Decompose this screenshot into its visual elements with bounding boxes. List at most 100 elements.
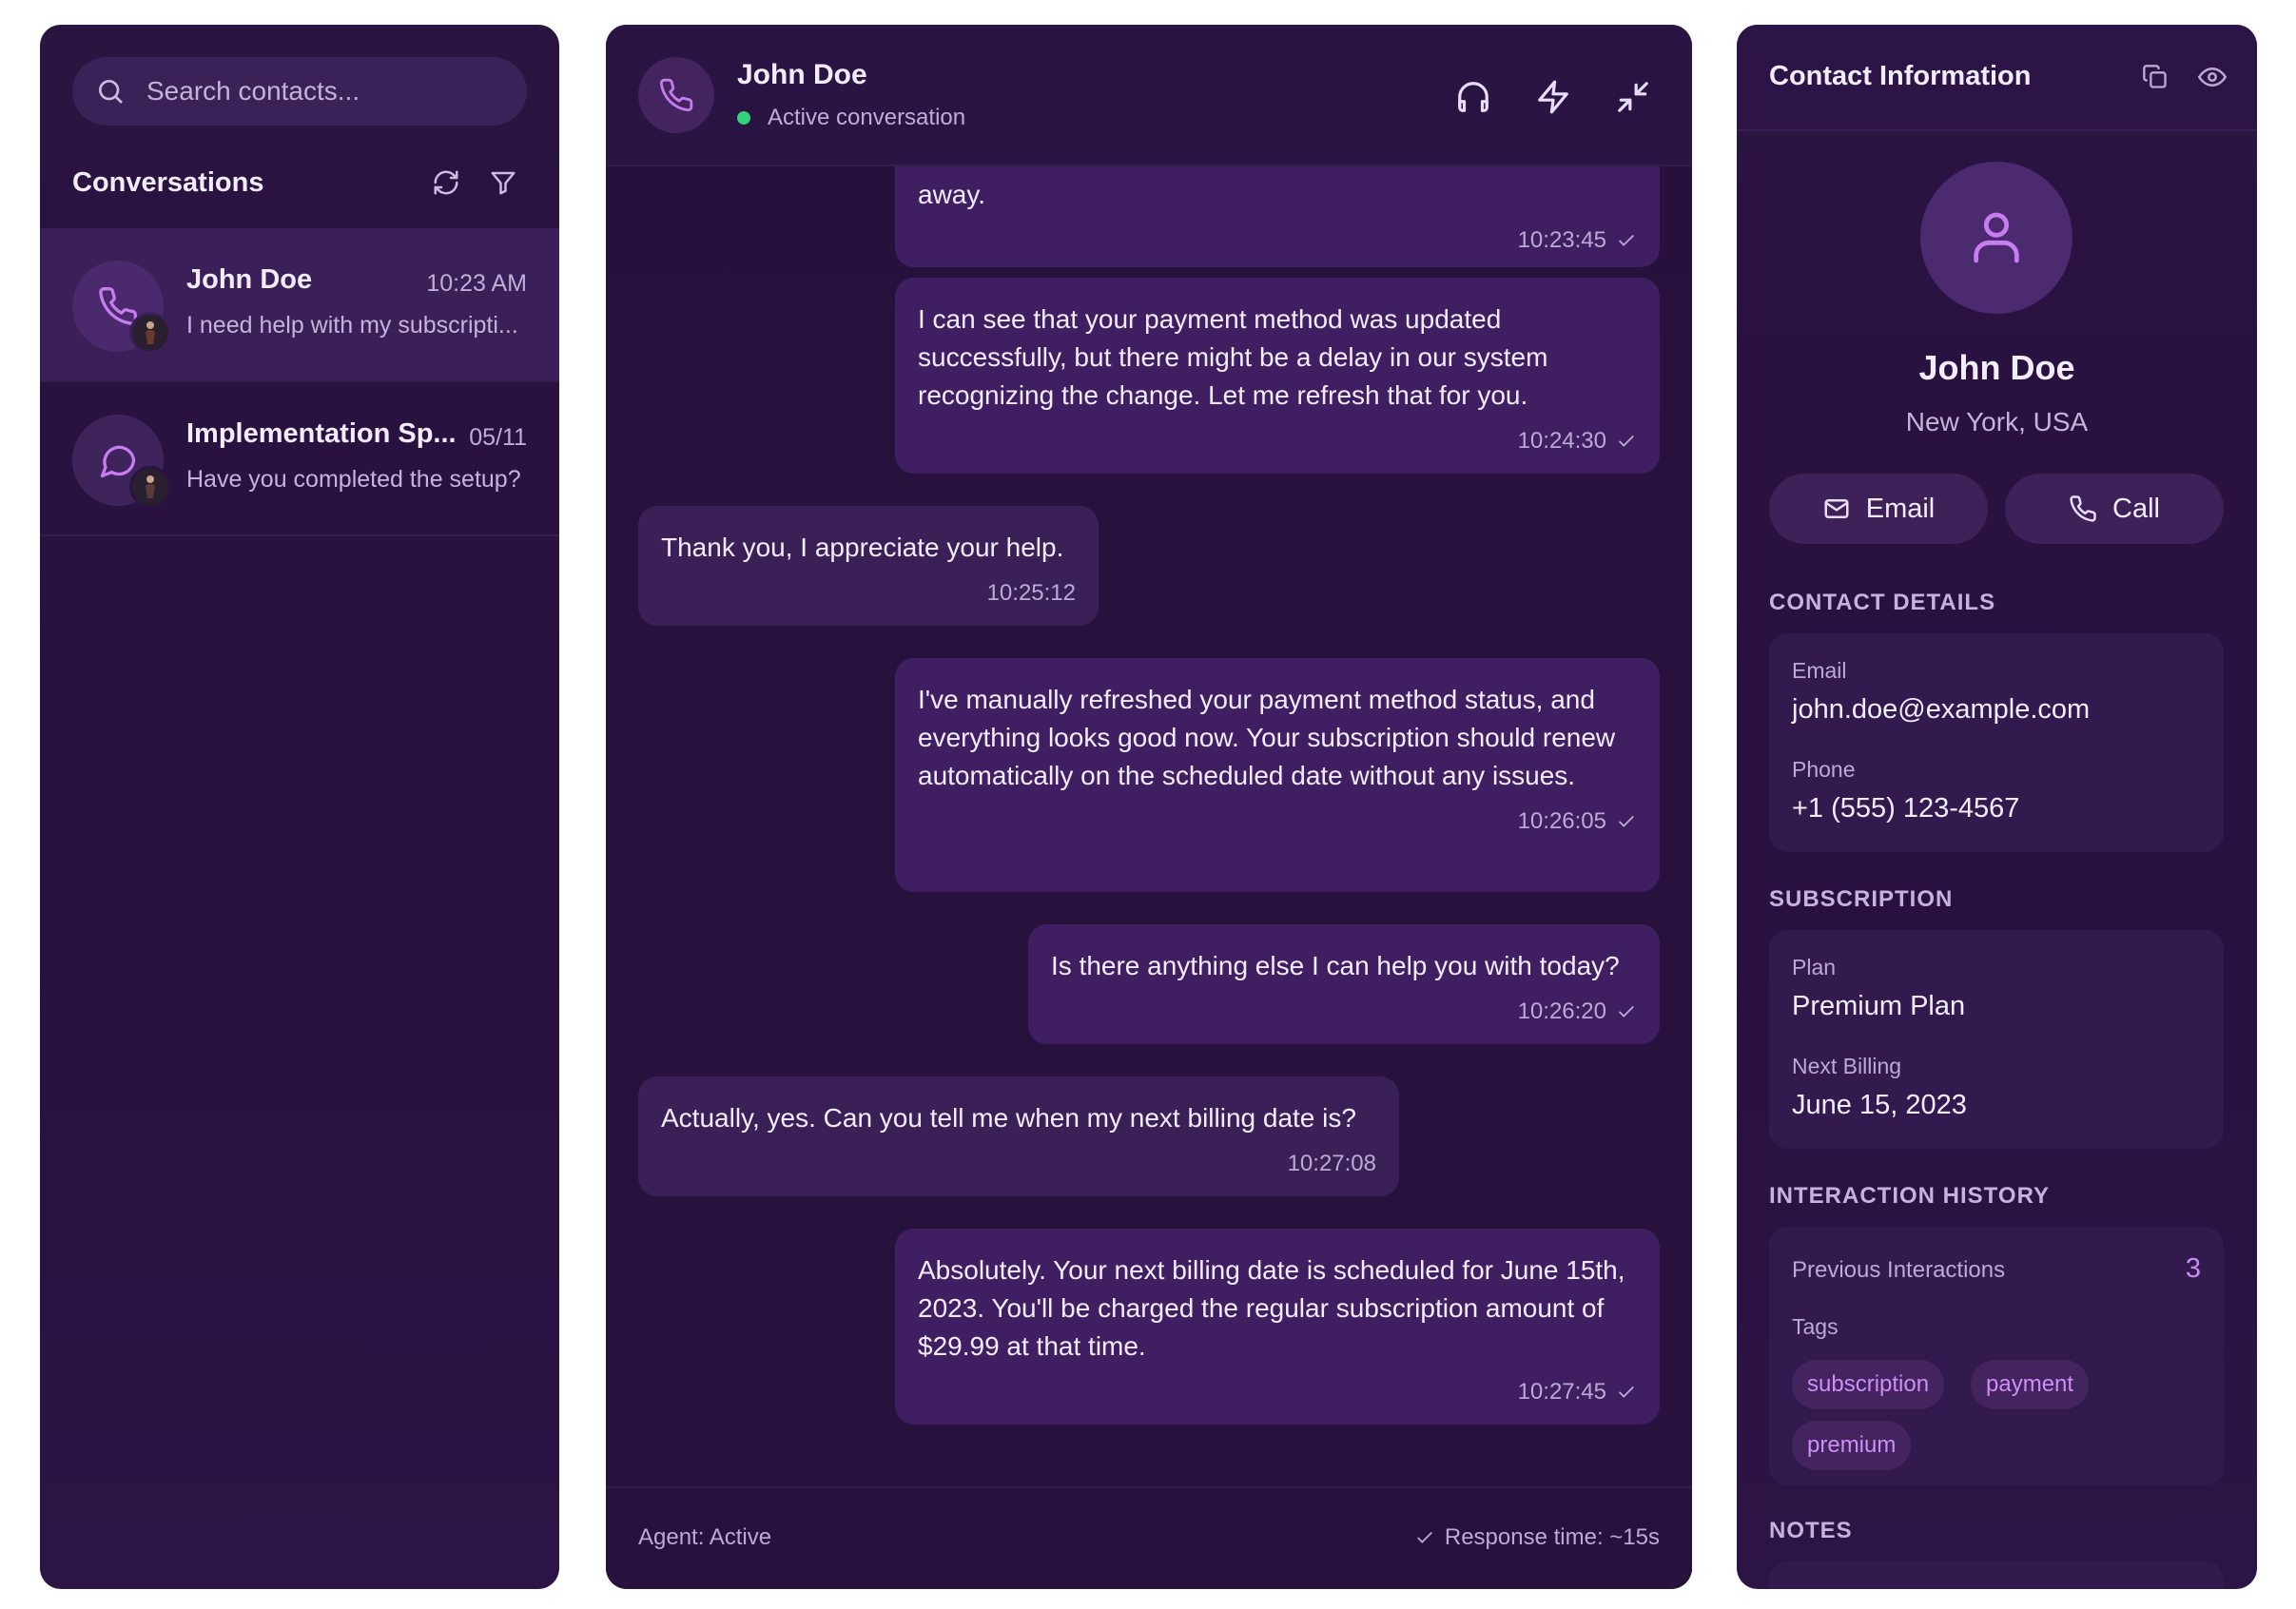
agent-avatar xyxy=(129,466,171,508)
conversation-avatar xyxy=(72,415,171,508)
chat-footer: Agent: Active Response time: ~15s xyxy=(606,1486,1692,1589)
previous-interactions-label: Previous Interactions xyxy=(1792,1257,2006,1283)
message-text: Absolutely. Your next billing date is sc… xyxy=(918,1255,1625,1361)
call-button[interactable]: Call xyxy=(2005,474,2224,544)
search-input[interactable] xyxy=(145,75,510,107)
person-icon xyxy=(146,321,155,344)
chat-status-text: Active conversation xyxy=(768,105,966,130)
conversation-time: 05/11 xyxy=(469,424,527,451)
tag-payment[interactable]: payment xyxy=(1971,1360,2090,1409)
billing-label: Next Billing xyxy=(1792,1054,1902,1078)
interaction-history-card: Previous Interactions 3 Tags subscriptio… xyxy=(1769,1227,2224,1485)
conversation-time: 10:23 AM xyxy=(426,270,527,297)
message-outgoing: Absolutely. Your next billing date is sc… xyxy=(895,1229,1660,1425)
refresh-button[interactable] xyxy=(422,159,470,206)
chat-actions xyxy=(1420,70,1660,124)
chat-panel: John Doe Active conversation away. 10:23… xyxy=(606,25,1692,1589)
email-value[interactable]: john.doe@example.com xyxy=(1792,694,2090,726)
person-icon xyxy=(146,475,155,498)
message-text: Is there anything else I can help you wi… xyxy=(1051,951,1620,980)
check-icon xyxy=(1619,1386,1634,1398)
chat-contact-name: John Doe xyxy=(737,59,867,90)
message-time: 10:26:05 xyxy=(1517,808,1606,834)
previous-interactions-count: 3 xyxy=(2185,1253,2201,1284)
contact-name: John Doe xyxy=(1918,348,2075,387)
plan-value: Premium Plan xyxy=(1792,991,1966,1021)
message-list[interactable]: away. 10:23:45 I can see that your payme… xyxy=(606,166,1692,1512)
subscription-heading: SUBSCRIPTION xyxy=(1769,886,1954,912)
contact-location: New York, USA xyxy=(1905,407,2089,436)
check-icon xyxy=(1619,435,1634,447)
contact-actions xyxy=(2122,53,2236,101)
message-time: 10:27:45 xyxy=(1517,1379,1606,1405)
agent-avatar xyxy=(129,312,171,354)
phone-label: Phone xyxy=(1792,757,1856,782)
user-icon xyxy=(1974,212,2019,263)
message-text: away. xyxy=(918,180,986,209)
filter-icon xyxy=(491,171,516,195)
email-label: Email xyxy=(1792,658,1847,683)
conversation-item-john-doe[interactable]: John Doe 10:23 AM I need help with my su… xyxy=(40,228,559,382)
message-incoming: Actually, yes. Can you tell me when my n… xyxy=(638,1076,1399,1196)
headset-button[interactable] xyxy=(1447,70,1500,124)
conversation-preview: Have you completed the setup? xyxy=(186,466,521,493)
phone-icon xyxy=(2070,495,2096,522)
minimize-button[interactable] xyxy=(1606,70,1660,124)
message-text: I've manually refreshed your payment met… xyxy=(918,685,1616,790)
minimize-icon xyxy=(1618,82,1648,112)
message-outgoing: Is there anything else I can help you wi… xyxy=(1028,924,1660,1044)
message-text: Actually, yes. Can you tell me when my n… xyxy=(661,1103,1356,1133)
chat-contact-avatar xyxy=(638,57,714,133)
email-button[interactable]: Email xyxy=(1769,474,1988,544)
search-box[interactable] xyxy=(72,57,527,126)
notes-card[interactable] xyxy=(1769,1561,2224,1589)
check-icon xyxy=(1619,234,1634,246)
contact-title: Contact Information xyxy=(1769,61,2032,91)
message-outgoing: I've manually refreshed your payment met… xyxy=(895,658,1660,892)
response-time-text: Response time: ~15s xyxy=(1444,1524,1660,1550)
phone-icon xyxy=(659,78,693,112)
call-button-label: Call xyxy=(2112,493,2160,524)
tags-label: Tags xyxy=(1792,1314,1839,1339)
message-meta: 10:25:12 xyxy=(661,574,1076,612)
mail-icon xyxy=(1824,499,1849,518)
message-time: 10:26:20 xyxy=(1517,998,1606,1024)
plan-label: Plan xyxy=(1792,955,1837,979)
response-time: Response time: ~15s xyxy=(1414,1524,1660,1551)
contact-avatar xyxy=(1920,162,2072,314)
contact-details-heading: CONTACT DETAILS xyxy=(1769,590,1996,615)
chat-status: Active conversation xyxy=(737,105,965,131)
lightning-icon xyxy=(1538,80,1568,114)
tag-subscription[interactable]: subscription xyxy=(1792,1360,1945,1409)
copy-button[interactable] xyxy=(2131,53,2179,101)
message-outgoing: away. 10:23:45 xyxy=(895,166,1660,267)
conversation-item-implementation[interactable]: Implementation Sp... 05/11 Have you comp… xyxy=(40,382,559,536)
contact-header: Contact Information xyxy=(1737,25,2257,131)
message-time: 10:24:30 xyxy=(1517,428,1606,454)
view-button[interactable] xyxy=(2189,53,2236,101)
conversations-sidebar: Conversations John Doe 10:23 AM I need h… xyxy=(40,25,559,1589)
chat-header: John Doe Active conversation xyxy=(606,25,1692,166)
contact-details-card: Email john.doe@example.com Phone +1 (555… xyxy=(1769,633,2224,852)
conversations-header: Conversations xyxy=(72,158,527,207)
subscription-card: Plan Premium Plan Next Billing June 15, … xyxy=(1769,930,2224,1149)
message-time: 10:27:08 xyxy=(1287,1151,1376,1176)
filter-button[interactable] xyxy=(479,159,527,206)
message-meta: 10:26:05 xyxy=(918,803,1637,841)
search-icon xyxy=(99,80,123,104)
copy-icon xyxy=(2143,65,2167,88)
agent-status: Agent: Active xyxy=(638,1524,772,1550)
message-incoming: Thank you, I appreciate your help. 10:25… xyxy=(638,506,1099,626)
message-text: Thank you, I appreciate your help. xyxy=(661,533,1064,562)
conversations-title: Conversations xyxy=(72,166,264,198)
message-meta: 10:26:20 xyxy=(1051,993,1637,1031)
email-button-label: Email xyxy=(1865,493,1936,524)
tag-premium[interactable]: premium xyxy=(1792,1421,1912,1470)
phone-value[interactable]: +1 (555) 123-4567 xyxy=(1792,793,2019,824)
message-outgoing: I can see that your payment method was u… xyxy=(895,278,1660,474)
interaction-history-heading: INTERACTION HISTORY xyxy=(1769,1183,2051,1209)
conversation-avatar xyxy=(72,261,171,354)
quick-action-button[interactable] xyxy=(1527,70,1580,124)
message-text: I can see that your payment method was u… xyxy=(918,304,1548,410)
message-meta: 10:23:45 xyxy=(918,222,1637,260)
